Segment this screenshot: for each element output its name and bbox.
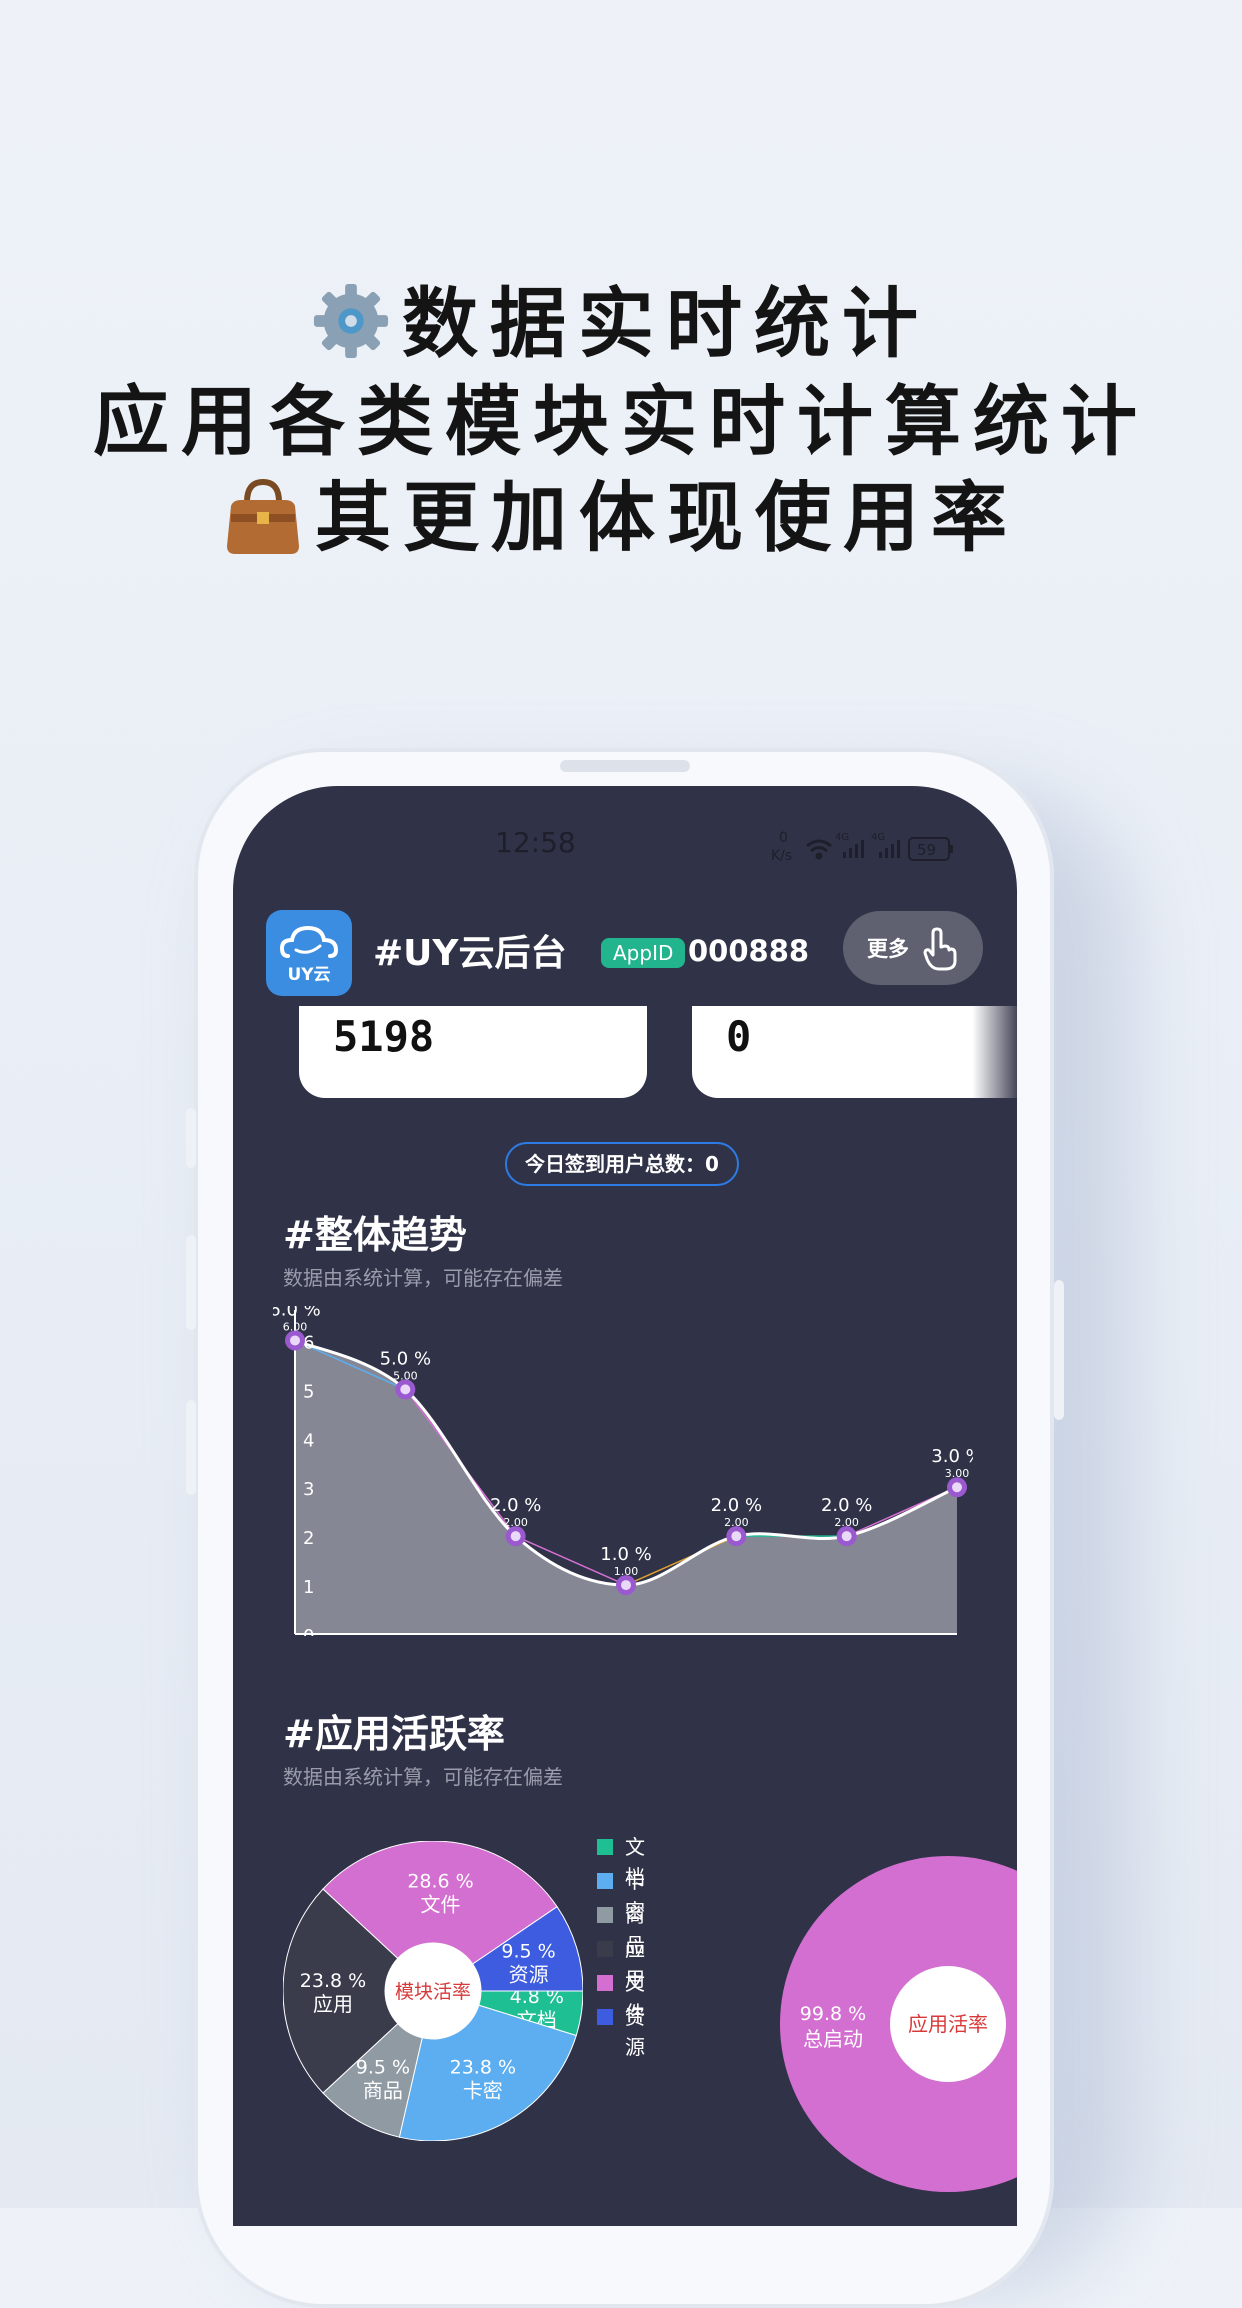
stat-card-signins[interactable]: 0: [692, 1006, 1017, 1098]
legend-swatch: [597, 1975, 613, 1991]
activity-subtitle: 数据由系统计算，可能存在偏差: [283, 1765, 563, 1789]
donut-slice-value: 9.5 %: [356, 2057, 410, 2079]
y-tick-label: 6: [303, 1332, 314, 1353]
y-tick-label: 4: [303, 1430, 314, 1451]
trend-point-label: 5.0 %: [380, 1348, 431, 1369]
status-bar-icons: 0 K/s 4G 4G 59: [771, 830, 953, 864]
stat-card-value: 0: [726, 1012, 752, 1061]
donut-slice-value: 23.8 %: [300, 1970, 366, 1992]
signal-label-2: 4G: [871, 832, 885, 843]
trend-point-inner: [952, 1482, 962, 1493]
phone-side-button: [186, 1400, 196, 1495]
y-tick-label: 3: [303, 1479, 314, 1500]
phone-speaker: [560, 760, 690, 772]
trend-point-label: 2.0 %: [821, 1495, 872, 1516]
legend-swatch: [597, 1907, 613, 1923]
battery-icon: 59: [908, 837, 953, 861]
status-icons: 0 K/s 4G 4G 59: [763, 828, 973, 872]
wifi-icon: [806, 839, 832, 860]
y-tick-label: 2: [303, 1528, 314, 1549]
trend-subtitle: 数据由系统计算，可能存在偏差: [283, 1266, 563, 1290]
donut-slice-name: 文件: [421, 1892, 461, 1916]
appid-badge: AppID: [601, 938, 686, 968]
app-screen: 12:58 0 K/s 4G 4G 59 UY云 #UY云后台 AppID 00…: [233, 786, 1017, 2226]
trend-point-label: 3.0 %: [931, 1446, 973, 1467]
donut-slice-value: 9.5 %: [501, 1941, 555, 1963]
trend-value-label: 3.00: [945, 1467, 970, 1480]
trend-point-label: 2.0 %: [490, 1495, 541, 1516]
phone-side-button: [186, 1235, 196, 1330]
more-button[interactable]: 更多: [843, 911, 983, 985]
pie-center-label: 应用活率: [908, 2012, 988, 2036]
y-tick-label: 1: [303, 1577, 314, 1598]
trend-point-inner: [290, 1335, 300, 1346]
net-speed-unit: K/s: [771, 848, 792, 864]
trend-point-inner: [510, 1531, 521, 1542]
trend-point-label: 6.0 %: [273, 1306, 321, 1320]
pointer-hand-icon: [923, 927, 957, 971]
logo-text: UY云: [287, 965, 331, 985]
phone-side-button: [186, 1108, 196, 1168]
legend-swatch: [597, 1839, 613, 1855]
activity-title: #应用活跃率: [283, 1712, 505, 1756]
donut-slice-name: 商品: [363, 2079, 403, 2103]
app-logo: UY云: [266, 910, 352, 996]
donut-slice-value: 23.8 %: [450, 2057, 516, 2079]
trend-point-inner: [841, 1531, 852, 1542]
stat-card-users[interactable]: 5198: [299, 1006, 647, 1098]
donut-slice-name: 卡密: [463, 2079, 503, 2103]
donut-slice-value: 28.6 %: [407, 1870, 473, 1892]
trend-point-label: 2.0 %: [711, 1495, 762, 1516]
appid-value: 000888: [688, 934, 810, 968]
headline-text-1: 数据实时统计: [402, 279, 930, 368]
donut-slice-name: 应用: [313, 1992, 353, 2016]
signal-label-1: 4G: [835, 832, 849, 843]
headline-text-3: 其更加体现使用率: [315, 473, 1019, 562]
gear-icon: [313, 283, 389, 359]
trend-point-inner: [400, 1384, 411, 1395]
phone-power-button: [1054, 1280, 1064, 1420]
pie-slice-value: 99.8 %: [800, 2003, 866, 2025]
trend-value-label: 2.00: [503, 1516, 527, 1529]
handbag-icon: [227, 478, 299, 554]
trend-point-inner: [731, 1531, 742, 1542]
net-speed-value: 0: [779, 830, 788, 846]
status-time: 12:58: [495, 826, 576, 859]
headline-line1: 数据实时统计: [0, 262, 1242, 372]
stat-card-value: 5198: [333, 1012, 435, 1061]
more-button-label: 更多: [867, 937, 909, 961]
y-tick-label: 0: [303, 1626, 314, 1636]
trend-point-inner: [621, 1580, 631, 1591]
trend-value-label: 5.00: [393, 1369, 418, 1382]
headline-line3: 其更加体现使用率: [0, 456, 1242, 566]
app-title: #UY云后台: [373, 933, 567, 974]
pie-slice-name: 总启动: [803, 2027, 863, 2051]
donut-slice-name: 资源: [509, 1963, 549, 1987]
trend-line-chart: 01234566.0 %6.005.0 %5.002.0 %2.001.0 %1…: [273, 1306, 973, 1636]
app-activity-pie: 应用活率 99.8 %总启动: [780, 1856, 1017, 2192]
module-activity-donut: 4.8 %文档23.8 %卡密9.5 %商品23.8 %应用28.6 %文件9.…: [283, 1841, 583, 2141]
trend-point-label: 1.0 %: [600, 1544, 651, 1565]
trend-value-label: 2.00: [834, 1516, 859, 1529]
signin-count-pill: 今日签到用户总数：0: [505, 1142, 739, 1186]
donut-center-label: 模块活率: [395, 1981, 471, 2003]
legend-label: 资源: [625, 2005, 645, 2059]
legend-swatch: [597, 1941, 613, 1957]
trend-value-label: 6.00: [283, 1320, 308, 1333]
legend-swatch: [597, 1873, 613, 1889]
y-tick-label: 5: [303, 1381, 314, 1402]
headline-text-2: 应用各类模块实时计算统计: [93, 377, 1149, 466]
trend-title: #整体趋势: [283, 1213, 467, 1257]
headline-line2: 应用各类模块实时计算统计: [0, 360, 1242, 470]
battery-level: 59: [917, 841, 936, 859]
trend-value-label: 2.00: [724, 1516, 749, 1529]
legend-swatch: [597, 2009, 613, 2025]
trend-value-label: 1.00: [614, 1565, 639, 1578]
